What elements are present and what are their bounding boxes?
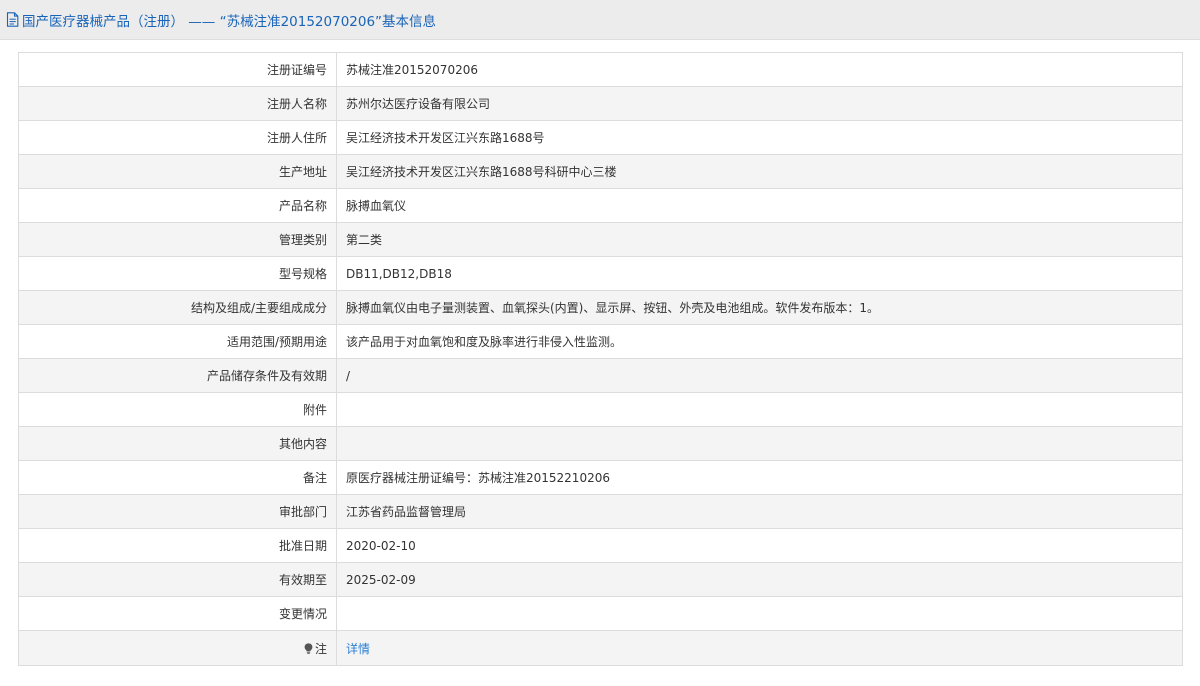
field-value: 江苏省药品监督管理局 [336, 494, 1183, 529]
table-row: 审批部门 江苏省药品监督管理局 [18, 494, 1183, 529]
note-row: 注 详情 [18, 630, 1183, 666]
field-label: 变更情况 [18, 596, 337, 631]
panel-header: 国产医疗器械产品（注册） —— “苏械注准20152070206”基本信息 [0, 0, 1200, 40]
info-table-body: 注册证编号 苏械注准20152070206 注册人名称 苏州尔达医疗设备有限公司 注册人… [18, 52, 1183, 666]
field-label: 产品名称 [18, 188, 337, 223]
table-row: 结构及组成/主要组成成分 脉搏血氧仪由电子量测装置、血氧探头(内置)、显示屏、按钮… [18, 290, 1183, 325]
field-label: 型号规格 [18, 256, 337, 291]
table-row: 注册证编号 苏械注准20152070206 [18, 52, 1183, 87]
table-row: 型号规格 DB11,DB12,DB18 [18, 256, 1183, 291]
field-label: 注册人名称 [18, 86, 337, 121]
note-label: 注 [314, 641, 327, 656]
field-value [336, 392, 1183, 427]
field-value: 苏械注准20152070206 [336, 52, 1183, 87]
table-row: 管理类别 第二类 [18, 222, 1183, 257]
field-label: 结构及组成/主要组成成分 [18, 290, 337, 325]
table-row: 产品名称 脉搏血氧仪 [18, 188, 1183, 223]
field-label: 审批部门 [18, 494, 337, 529]
field-value: 苏州尔达医疗设备有限公司 [336, 86, 1183, 121]
field-value [336, 426, 1183, 461]
field-label: 生产地址 [18, 154, 337, 189]
field-value: 该产品用于对血氧饱和度及脉率进行非侵入性监测。 [336, 324, 1183, 359]
field-value: 吴江经济技术开发区江兴东路1688号科研中心三楼 [336, 154, 1183, 189]
field-label: 适用范围/预期用途 [18, 324, 337, 359]
table-row: 批准日期 2020-02-10 [18, 528, 1183, 563]
field-value: 脉搏血氧仪由电子量测装置、血氧探头(内置)、显示屏、按钮、外壳及电池组成。软件发… [336, 290, 1183, 325]
table-row: 附件 [18, 392, 1183, 427]
table-row: 注册人名称 苏州尔达医疗设备有限公司 [18, 86, 1183, 121]
field-value: 脉搏血氧仪 [336, 188, 1183, 223]
lightbulb-icon [304, 642, 313, 654]
field-value: 第二类 [336, 222, 1183, 257]
table-row: 适用范围/预期用途 该产品用于对血氧饱和度及脉率进行非侵入性监测。 [18, 324, 1183, 359]
table-row: 产品储存条件及有效期 / [18, 358, 1183, 393]
field-label: 其他内容 [18, 426, 337, 461]
field-value [336, 596, 1183, 631]
field-label: 产品储存条件及有效期 [18, 358, 337, 393]
note-label-cell: 注 [18, 630, 337, 666]
table-row: 有效期至 2025-02-09 [18, 562, 1183, 597]
field-label: 批准日期 [18, 528, 337, 563]
table-row: 其他内容 [18, 426, 1183, 461]
field-label: 注册证编号 [18, 52, 337, 87]
field-label: 有效期至 [18, 562, 337, 597]
details-link[interactable]: 详情 [346, 642, 370, 656]
field-label: 附件 [18, 392, 337, 427]
document-icon [6, 12, 19, 27]
page-title: 国产医疗器械产品（注册） —— “苏械注准20152070206”基本信息 [22, 13, 437, 30]
table-row: 备注 原医疗器械注册证编号：苏械注准20152210206 [18, 460, 1183, 495]
field-label: 管理类别 [18, 222, 337, 257]
field-value: 2020-02-10 [336, 528, 1183, 563]
field-value: 原医疗器械注册证编号：苏械注准20152210206 [336, 460, 1183, 495]
note-value-cell: 详情 [336, 630, 1183, 666]
field-value: 吴江经济技术开发区江兴东路1688号 [336, 120, 1183, 155]
info-table: 注册证编号 苏械注准20152070206 注册人名称 苏州尔达医疗设备有限公司 注册人… [18, 52, 1183, 666]
field-label: 备注 [18, 460, 337, 495]
table-row: 生产地址 吴江经济技术开发区江兴东路1688号科研中心三楼 [18, 154, 1183, 189]
field-value: / [336, 358, 1183, 393]
field-value: 2025-02-09 [336, 562, 1183, 597]
field-value: DB11,DB12,DB18 [336, 256, 1183, 291]
table-row: 变更情况 [18, 596, 1183, 631]
table-row: 注册人住所 吴江经济技术开发区江兴东路1688号 [18, 120, 1183, 155]
field-label: 注册人住所 [18, 120, 337, 155]
